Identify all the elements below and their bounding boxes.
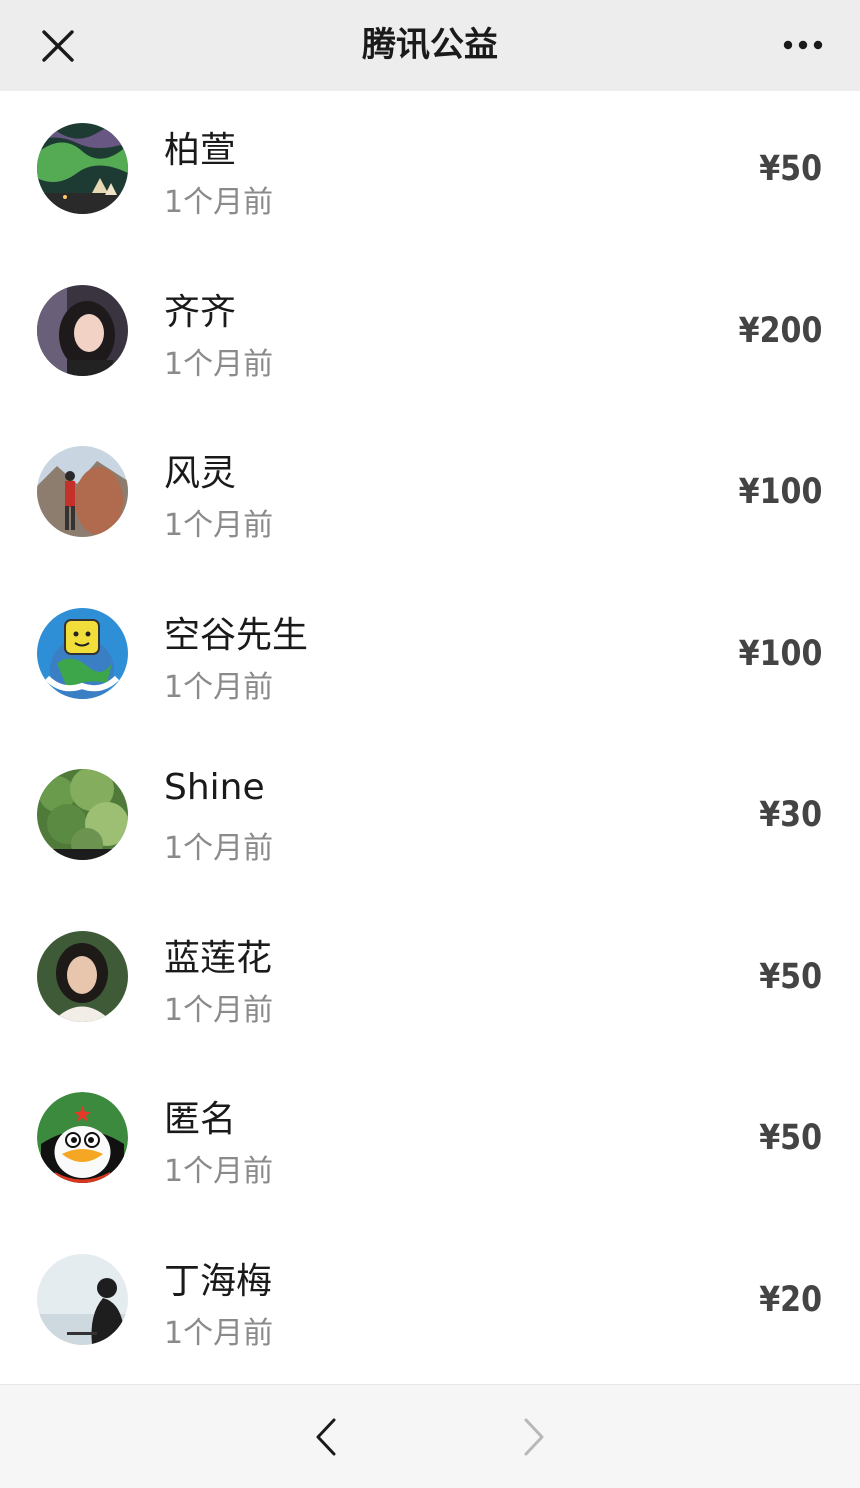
donation-time: 1个月前 [164, 346, 274, 382]
donation-amount: ¥50 [759, 956, 822, 997]
list-item[interactable]: 空谷先生 1个月前 ¥100 [0, 576, 860, 738]
avatar [37, 446, 128, 537]
list-item[interactable]: 匿名 1个月前 ¥50 [0, 1060, 860, 1222]
close-icon [42, 30, 74, 62]
avatar [37, 769, 128, 860]
avatar [37, 1092, 128, 1183]
more-icon [783, 40, 823, 50]
chevron-left-icon [316, 1418, 336, 1456]
donation-time: 1个月前 [164, 1154, 274, 1189]
donation-time: 1个月前 [164, 185, 274, 220]
donor-name: 风灵 [164, 453, 237, 494]
donor-name: 齐齐 [164, 291, 237, 333]
donation-time: 1个月前 [164, 831, 274, 866]
list-item[interactable]: Shine 1个月前 ¥30 [0, 737, 860, 899]
avatar [37, 123, 128, 214]
bottom-nav-bar [0, 1384, 860, 1488]
donation-amount: ¥200 [738, 310, 822, 351]
donation-time: 1个月前 [164, 669, 274, 705]
donation-amount: ¥20 [759, 1279, 822, 1320]
donation-amount: ¥30 [759, 795, 822, 835]
list-item[interactable]: 风灵 1个月前 ¥100 [0, 414, 860, 576]
avatar [37, 284, 128, 376]
avatar [37, 1253, 128, 1345]
forward-button[interactable] [514, 1415, 554, 1459]
donation-time: 1个月前 [164, 508, 274, 543]
donor-name: 蓝莲花 [164, 937, 273, 979]
avatar [37, 607, 128, 699]
donor-name: 丁海梅 [164, 1260, 273, 1302]
page-title: 腾讯公益 [362, 25, 498, 65]
title-bar: 腾讯公益 [0, 0, 860, 91]
donor-name: 匿名 [164, 1099, 237, 1140]
list-item[interactable]: 蓝莲花 1个月前 ¥50 [0, 899, 860, 1061]
list-item[interactable]: 齐齐 1个月前 ¥200 [0, 253, 860, 415]
close-button[interactable] [36, 24, 80, 68]
donation-amount: ¥100 [738, 472, 822, 512]
chevron-right-icon [524, 1418, 544, 1456]
donation-time: 1个月前 [164, 1315, 274, 1351]
donor-name: Shine [164, 767, 265, 808]
avatar [37, 930, 128, 1022]
list-item[interactable]: 柏萱 1个月前 ¥50 [0, 91, 860, 253]
donor-name: 柏萱 [164, 130, 237, 171]
donor-name: 空谷先生 [164, 614, 309, 656]
list-item[interactable]: 丁海梅 1个月前 ¥20 [0, 1222, 860, 1384]
donation-time: 1个月前 [164, 992, 274, 1028]
donation-amount: ¥100 [738, 633, 822, 674]
donation-amount: ¥50 [759, 1118, 822, 1158]
donor-list: 柏萱 1个月前 ¥50 齐齐 1个月前 ¥200 风灵 1个月前 ¥100 空谷… [0, 91, 860, 1384]
more-button[interactable] [778, 27, 828, 63]
donation-amount: ¥50 [759, 149, 822, 189]
back-button[interactable] [306, 1415, 346, 1459]
